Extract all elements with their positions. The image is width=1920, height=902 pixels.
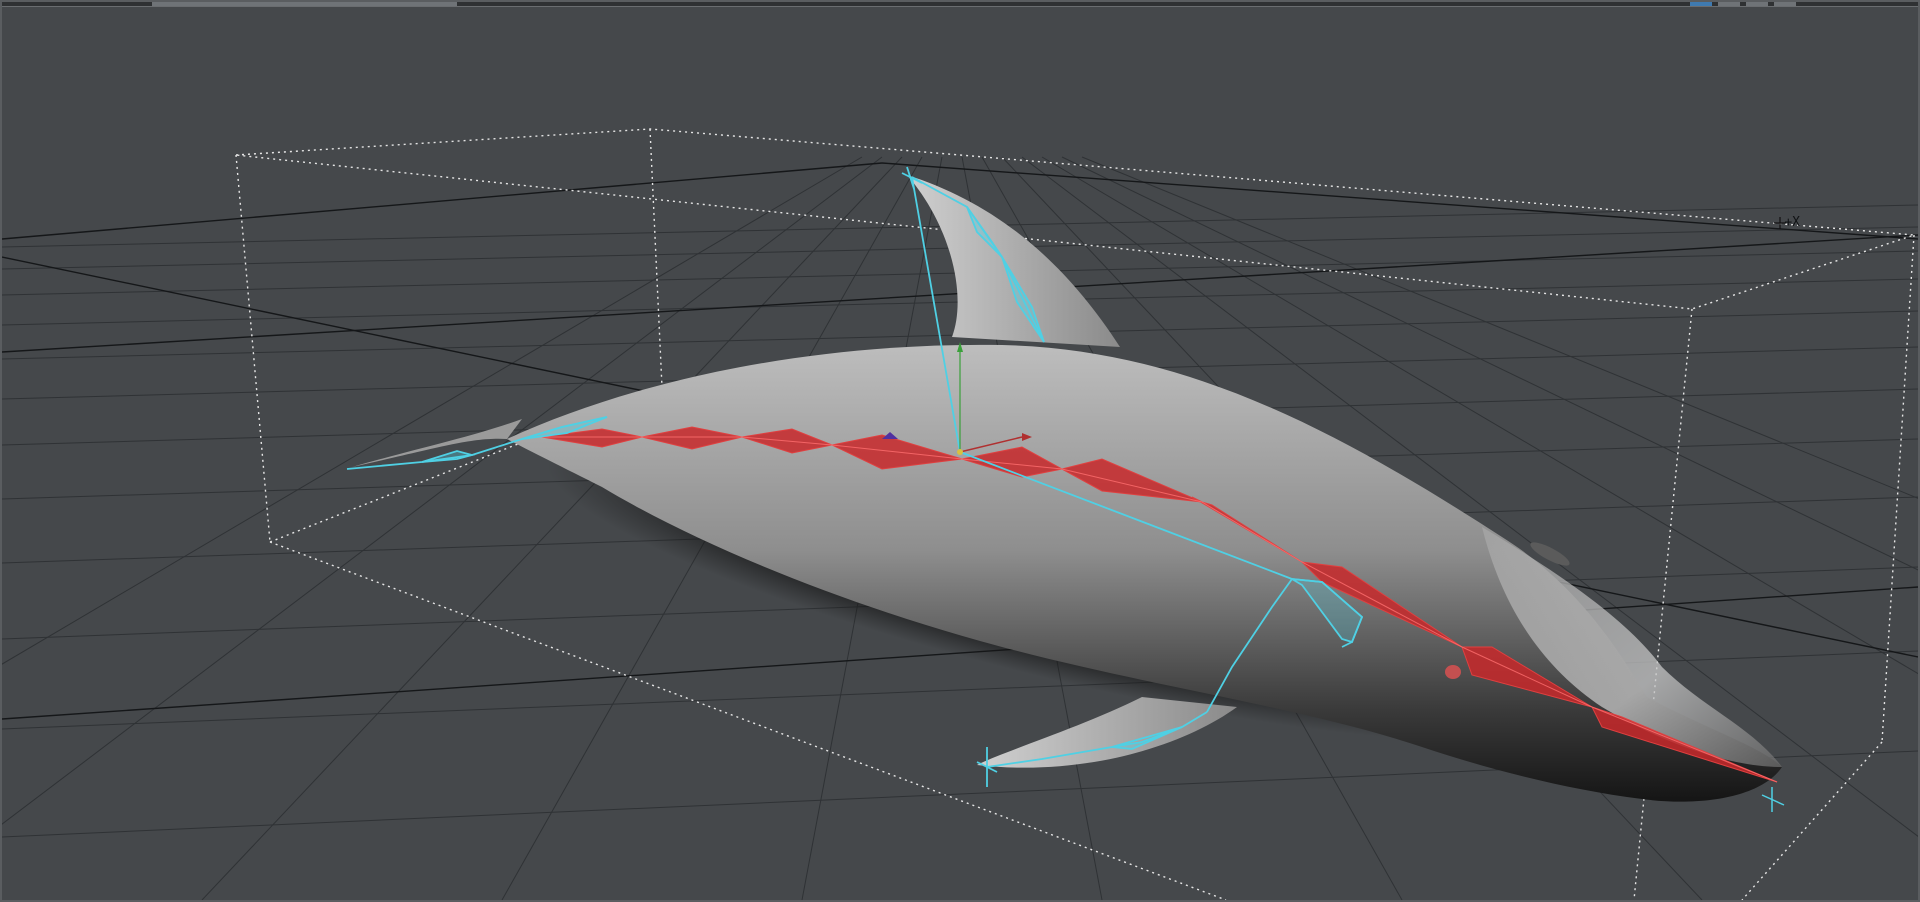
modeler-window: +X — [0, 0, 1920, 902]
toolbar-tab[interactable] — [1774, 2, 1796, 6]
toolbar-tab-active[interactable] — [1690, 2, 1712, 6]
viewport-canvas[interactable] — [2, 7, 1918, 900]
perspective-viewport[interactable]: +X — [2, 7, 1918, 900]
toolbar-tab[interactable] — [1746, 2, 1768, 6]
toolbar-tab[interactable] — [152, 2, 457, 6]
eye-joint — [1445, 665, 1461, 679]
toolbar-tab[interactable] — [1718, 2, 1740, 6]
axis-indicator-label: +X — [1784, 215, 1800, 230]
